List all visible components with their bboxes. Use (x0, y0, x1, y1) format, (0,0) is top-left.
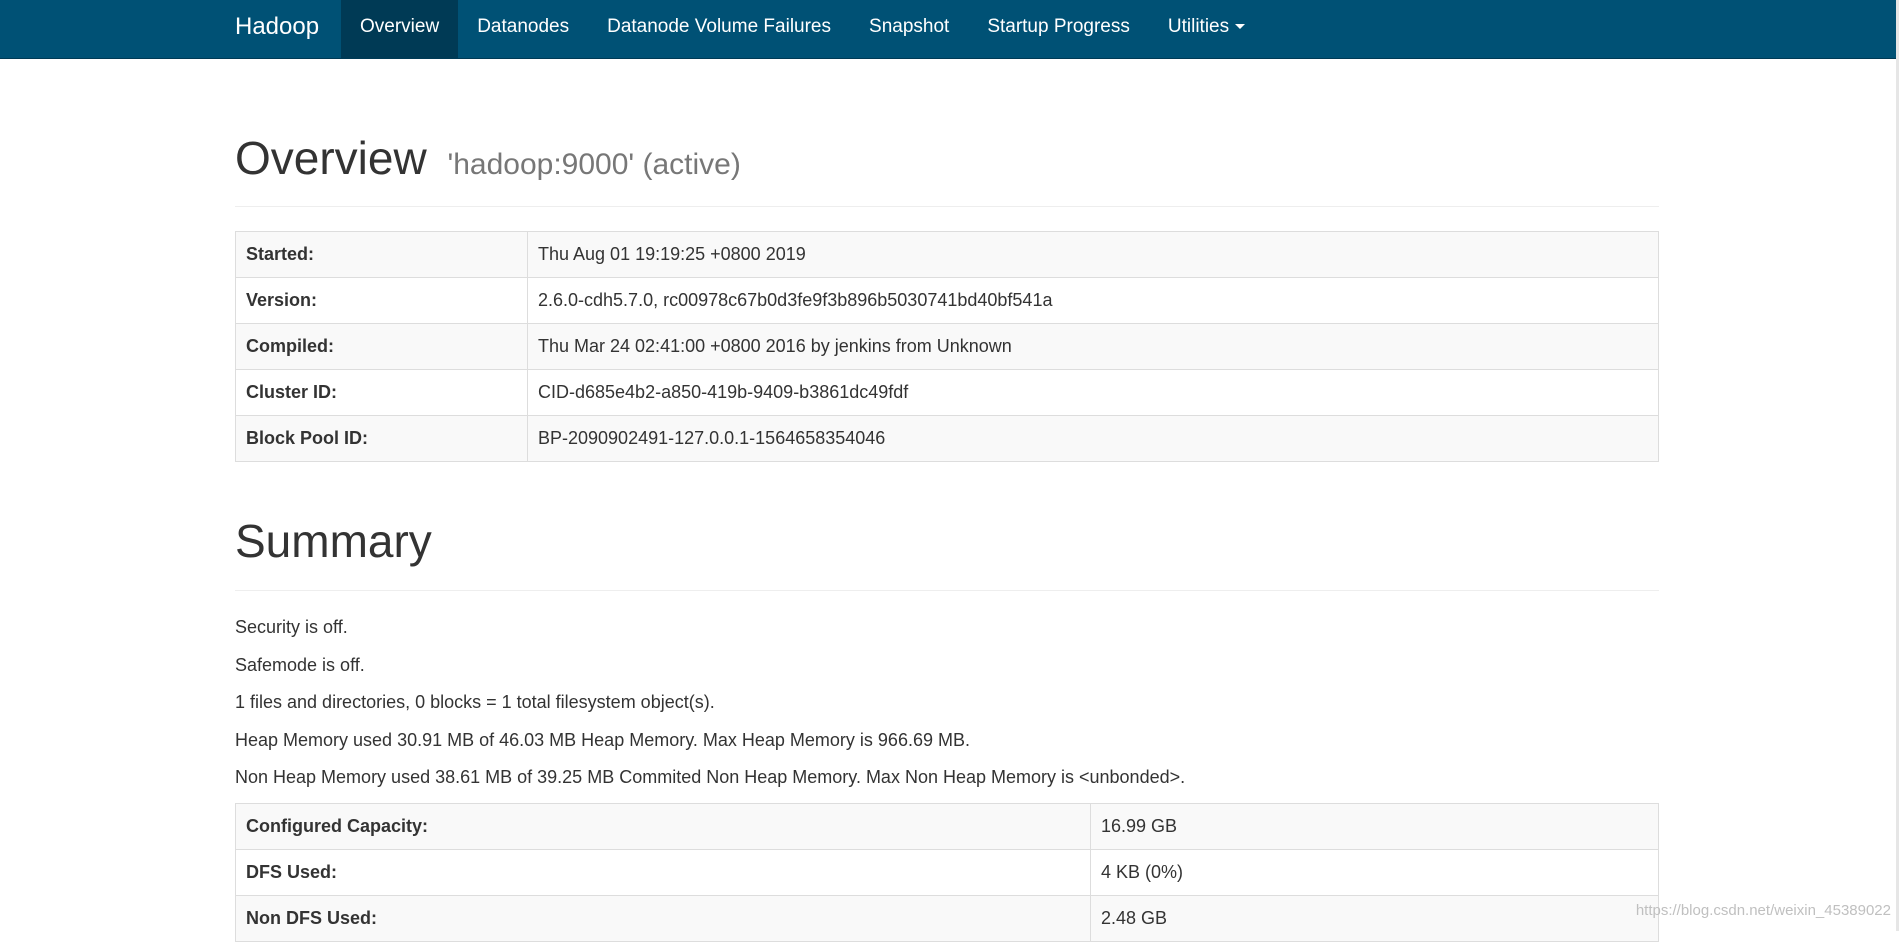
cluster-id-value: CID-d685e4b2-a850-419b-9409-b3861dc49fdf (527, 368, 1659, 416)
table-row: DFS Used: 4 KB (0%) (235, 848, 1659, 896)
table-row: Compiled: Thu Mar 24 02:41:00 +0800 2016… (235, 322, 1659, 370)
dfs-used-label: DFS Used: (235, 848, 1091, 896)
non-dfs-used-value: 2.48 GB (1090, 894, 1659, 942)
main-nav: Overview Datanodes Datanode Volume Failu… (341, 0, 1264, 58)
block-pool-id-label: Block Pool ID: (235, 414, 528, 462)
non-dfs-used-label: Non DFS Used: (235, 894, 1091, 942)
table-row: Started: Thu Aug 01 19:19:25 +0800 2019 (235, 230, 1659, 278)
nav-utilities-dropdown[interactable]: Utilities (1149, 0, 1264, 58)
filesystem-objects: 1 files and directories, 0 blocks = 1 to… (235, 692, 715, 713)
table-row: Version: 2.6.0-cdh5.7.0, rc00978c67b0d3f… (235, 276, 1659, 324)
summary-title: Summary (235, 514, 432, 567)
configured-capacity-value: 16.99 GB (1090, 802, 1659, 850)
started-value: Thu Aug 01 19:19:25 +0800 2019 (527, 230, 1659, 278)
nav-startup-progress[interactable]: Startup Progress (968, 0, 1149, 58)
started-label: Started: (235, 230, 528, 278)
nav-datanodes[interactable]: Datanodes (458, 0, 588, 58)
heap-memory: Heap Memory used 30.91 MB of 46.03 MB He… (235, 729, 970, 750)
watermark-text: https://blog.csdn.net/weixin_45389022 (1635, 902, 1891, 919)
overview-header: Overview 'hadoop:9000' (active) (235, 133, 1659, 207)
overview-title: Overview (235, 132, 427, 184)
non-heap-memory: Non Heap Memory used 38.61 MB of 39.25 M… (235, 767, 1186, 788)
compiled-value: Thu Mar 24 02:41:00 +0800 2016 by jenkin… (527, 322, 1659, 370)
overview-table: Started: Thu Aug 01 19:19:25 +0800 2019 … (235, 230, 1659, 462)
page-title: Overview 'hadoop:9000' (active) (235, 133, 1659, 184)
dfs-used-value: 4 KB (0%) (1090, 848, 1659, 896)
block-pool-id-value: BP-2090902491-127.0.0.1-1564658354046 (527, 414, 1659, 462)
caret-down-icon (1235, 24, 1246, 30)
configured-capacity-label: Configured Capacity: (235, 802, 1091, 850)
table-row: Configured Capacity: 16.99 GB (235, 802, 1659, 850)
nav-utilities-label: Utilities (1167, 16, 1230, 37)
capacity-table: Configured Capacity: 16.99 GB DFS Used: … (235, 802, 1659, 942)
security-status: Security is off. (235, 617, 348, 638)
overview-subtitle: 'hadoop:9000' (active) (447, 148, 741, 181)
version-value: 2.6.0-cdh5.7.0, rc00978c67b0d3fe9f3b896b… (527, 276, 1659, 324)
nav-datanode-volume-failures[interactable]: Datanode Volume Failures (588, 0, 850, 58)
version-label: Version: (235, 276, 528, 324)
brand-link[interactable]: Hadoop (235, 0, 319, 58)
summary-lines: Security is off. Safemode is off. 1 file… (235, 617, 1659, 788)
safemode-status: Safemode is off. (235, 654, 365, 675)
top-navbar: Hadoop Overview Datanodes Datanode Volum… (0, 0, 1896, 59)
main-content: Overview 'hadoop:9000' (active) Started:… (235, 59, 1659, 942)
table-row: Cluster ID: CID-d685e4b2-a850-419b-9409-… (235, 368, 1659, 416)
cluster-id-label: Cluster ID: (235, 368, 528, 416)
nav-snapshot[interactable]: Snapshot (850, 0, 968, 58)
nav-overview[interactable]: Overview (341, 0, 459, 58)
compiled-label: Compiled: (235, 322, 528, 370)
section-divider (235, 590, 1659, 592)
table-row: Block Pool ID: BP-2090902491-127.0.0.1-1… (235, 414, 1659, 462)
table-row: Non DFS Used: 2.48 GB (235, 894, 1659, 942)
